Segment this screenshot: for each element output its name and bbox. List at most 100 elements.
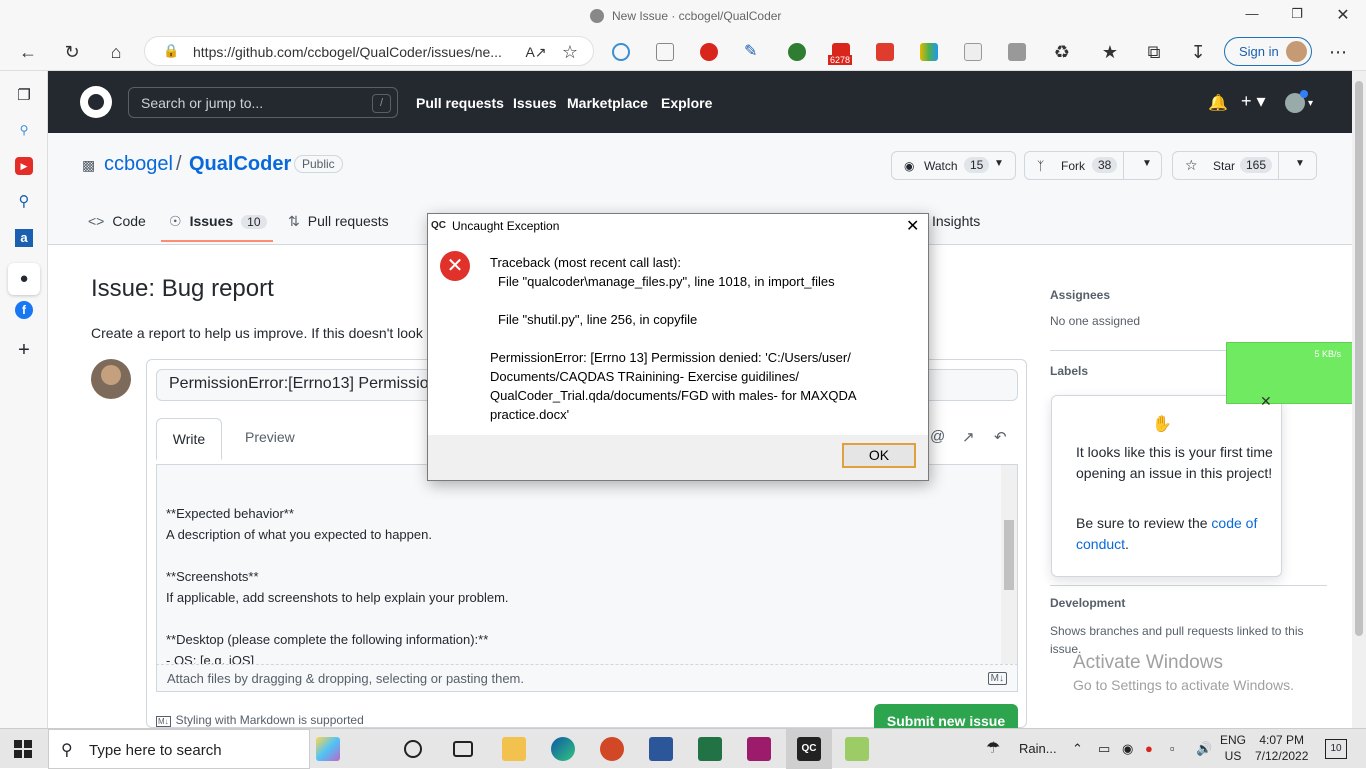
back-arrow-icon[interactable]: ← <box>16 40 40 64</box>
word-icon[interactable] <box>649 737 673 761</box>
tab-insights[interactable]: Insights <box>932 213 980 229</box>
cortana-icon[interactable] <box>404 740 422 758</box>
github-search-input[interactable]: Search or jump to... / <box>128 87 398 118</box>
dialog-titlebar: QC Uncaught Exception ✕ <box>428 214 928 239</box>
create-new-icon[interactable]: + ▾ <box>1241 91 1266 112</box>
taskbar-search-input[interactable]: ⚲ Type here to search <box>48 729 310 769</box>
fork-dropdown-icon[interactable]: ▼ <box>1142 158 1152 169</box>
repo-owner-link[interactable]: ccbogel <box>104 153 173 176</box>
powerpoint-icon[interactable] <box>600 737 624 761</box>
tray-chevron-icon[interactable]: ⌃ <box>1072 741 1083 757</box>
extension-red-icon[interactable] <box>700 43 718 61</box>
extension-gray-icon[interactable] <box>1008 43 1026 61</box>
extensions-puzzle-icon[interactable]: ♻ <box>1050 40 1074 64</box>
editor-scroll-thumb[interactable] <box>1004 520 1014 590</box>
clock[interactable]: 4:07 PM 7/12/2022 <box>1255 732 1308 764</box>
restore-button[interactable]: ❐ <box>1287 6 1307 22</box>
notifications-bell-icon[interactable]: 🔔 <box>1208 93 1228 113</box>
facebook-icon[interactable]: f <box>15 301 33 319</box>
tab-write[interactable]: Write <box>156 418 222 460</box>
dialog-close-icon[interactable]: ✕ <box>906 216 919 236</box>
attach-files-bar[interactable]: Attach files by dragging & dropping, sel… <box>156 664 1018 692</box>
favorites-icon[interactable]: ★ <box>1098 40 1122 64</box>
favorite-star-icon[interactable]: ☆ <box>558 40 582 64</box>
file-explorer-icon[interactable] <box>502 737 526 761</box>
star-button[interactable]: ☆ Star 165 ▼ <box>1172 151 1317 180</box>
extension-pen-icon[interactable]: ✎ <box>744 43 762 61</box>
close-window-button[interactable]: ✕ <box>1333 5 1353 25</box>
nav-marketplace[interactable]: Marketplace <box>567 95 648 111</box>
nav-pull-requests[interactable]: Pull requests <box>416 95 504 111</box>
page-scroll-thumb[interactable] <box>1355 81 1363 636</box>
assignees-heading[interactable]: Assignees <box>1050 288 1110 302</box>
browser-sidebar: ❐ ⚲ ▶ ⚲ a ● f + <box>0 71 48 728</box>
markdown-icon: M↓ <box>987 672 1007 685</box>
tab-pull-requests[interactable]: ⇅ Pull requests <box>288 213 389 230</box>
url-text[interactable]: https://github.com/ccbogel/QualCoder/iss… <box>193 44 502 60</box>
network-meter-icon[interactable] <box>845 737 869 761</box>
star-dropdown-icon[interactable]: ▼ <box>1295 158 1305 169</box>
issue-circle-icon: ☉ <box>169 213 182 229</box>
volume-icon[interactable]: 🔊 <box>1196 741 1212 757</box>
extension-todo-icon[interactable] <box>876 43 894 61</box>
network-speed-widget[interactable]: 5 KB/s <box>1226 342 1356 404</box>
youtube-icon[interactable]: ▶ <box>15 157 33 175</box>
reference-icon[interactable]: ↗ <box>962 428 975 446</box>
search-sidebar-icon[interactable]: ⚲ <box>15 121 33 139</box>
more-menu-icon[interactable]: ⋯ <box>1326 40 1350 64</box>
chevron-down-icon: ▼ <box>994 158 1004 169</box>
tray-app-icon[interactable]: ◉ <box>1122 741 1133 757</box>
search-app-icon[interactable]: ⚲ <box>15 193 33 211</box>
weather-icon[interactable]: ☂ <box>986 738 1000 758</box>
excel-icon[interactable] <box>698 737 722 761</box>
avatar-dropdown-icon[interactable]: ▾ <box>1308 98 1313 109</box>
mention-icon[interactable]: @ <box>930 428 945 445</box>
watch-button[interactable]: ◉ Watch 15 ▼ <box>891 151 1016 180</box>
nav-issues[interactable]: Issues <box>513 95 557 111</box>
battery-icon[interactable]: ▭ <box>1098 741 1110 757</box>
notifications-icon[interactable]: 10 <box>1325 739 1347 759</box>
tab-code[interactable]: <> Code <box>88 213 146 229</box>
signin-button[interactable]: Sign in <box>1224 37 1312 66</box>
github-logo-icon[interactable] <box>80 86 112 118</box>
reload-icon[interactable]: ↻ <box>60 40 84 64</box>
network-icon[interactable]: ▫ <box>1170 741 1175 756</box>
extension-globe-icon[interactable] <box>788 43 806 61</box>
widgets-icon[interactable] <box>316 737 340 761</box>
fork-button[interactable]: ᛉ Fork 38 ▼ <box>1024 151 1162 180</box>
read-aloud-icon[interactable]: A↗ <box>524 40 548 64</box>
extension-doc-icon[interactable] <box>656 43 674 61</box>
downloads-icon[interactable]: ↧ <box>1186 40 1210 64</box>
body-line: - OS: [e.g. iOS] <box>166 653 255 664</box>
extension-screen-icon[interactable] <box>964 43 982 61</box>
extension-circle-icon[interactable] <box>612 43 630 61</box>
github-sidebar-icon[interactable]: ● <box>8 263 40 295</box>
ur-app-icon[interactable] <box>747 737 771 761</box>
repo-name-link[interactable]: QualCoder <box>189 153 291 176</box>
tab-issues[interactable]: ☉ Issues 10 <box>169 213 267 230</box>
minimize-button[interactable]: — <box>1242 6 1262 21</box>
home-icon[interactable]: ⌂ <box>104 40 128 64</box>
nav-explore[interactable]: Explore <box>661 95 712 111</box>
edge-icon[interactable] <box>551 737 575 761</box>
antivirus-icon[interactable]: ● <box>1145 741 1153 756</box>
amazon-icon[interactable]: a <box>15 229 33 247</box>
extension-bars-icon[interactable] <box>920 43 938 61</box>
ok-button[interactable]: OK <box>842 443 916 468</box>
weather-text[interactable]: Rain... <box>1019 741 1057 756</box>
labels-heading[interactable]: Labels <box>1050 364 1088 378</box>
issue-body-textarea[interactable]: **Expected behavior** A description of w… <box>156 464 1018 664</box>
tab-preview[interactable]: Preview <box>245 429 295 445</box>
windows-start-icon[interactable] <box>14 740 32 758</box>
collections-icon[interactable]: ⧉ <box>1142 40 1166 64</box>
reply-icon[interactable]: ↶ <box>994 428 1007 446</box>
language-indicator[interactable]: ENG US <box>1220 732 1246 764</box>
tab-actions-icon[interactable]: ❐ <box>15 87 33 105</box>
add-sidebar-icon[interactable]: + <box>15 340 33 360</box>
task-view-icon[interactable] <box>453 741 473 757</box>
close-icon[interactable]: ✕ <box>1260 393 1272 410</box>
page-scrollbar[interactable] <box>1352 71 1366 728</box>
editor-scrollbar[interactable] <box>1001 465 1017 664</box>
markdown-note[interactable]: M↓ Styling with Markdown is supported <box>156 713 364 727</box>
error-icon: ✕ <box>440 251 470 281</box>
